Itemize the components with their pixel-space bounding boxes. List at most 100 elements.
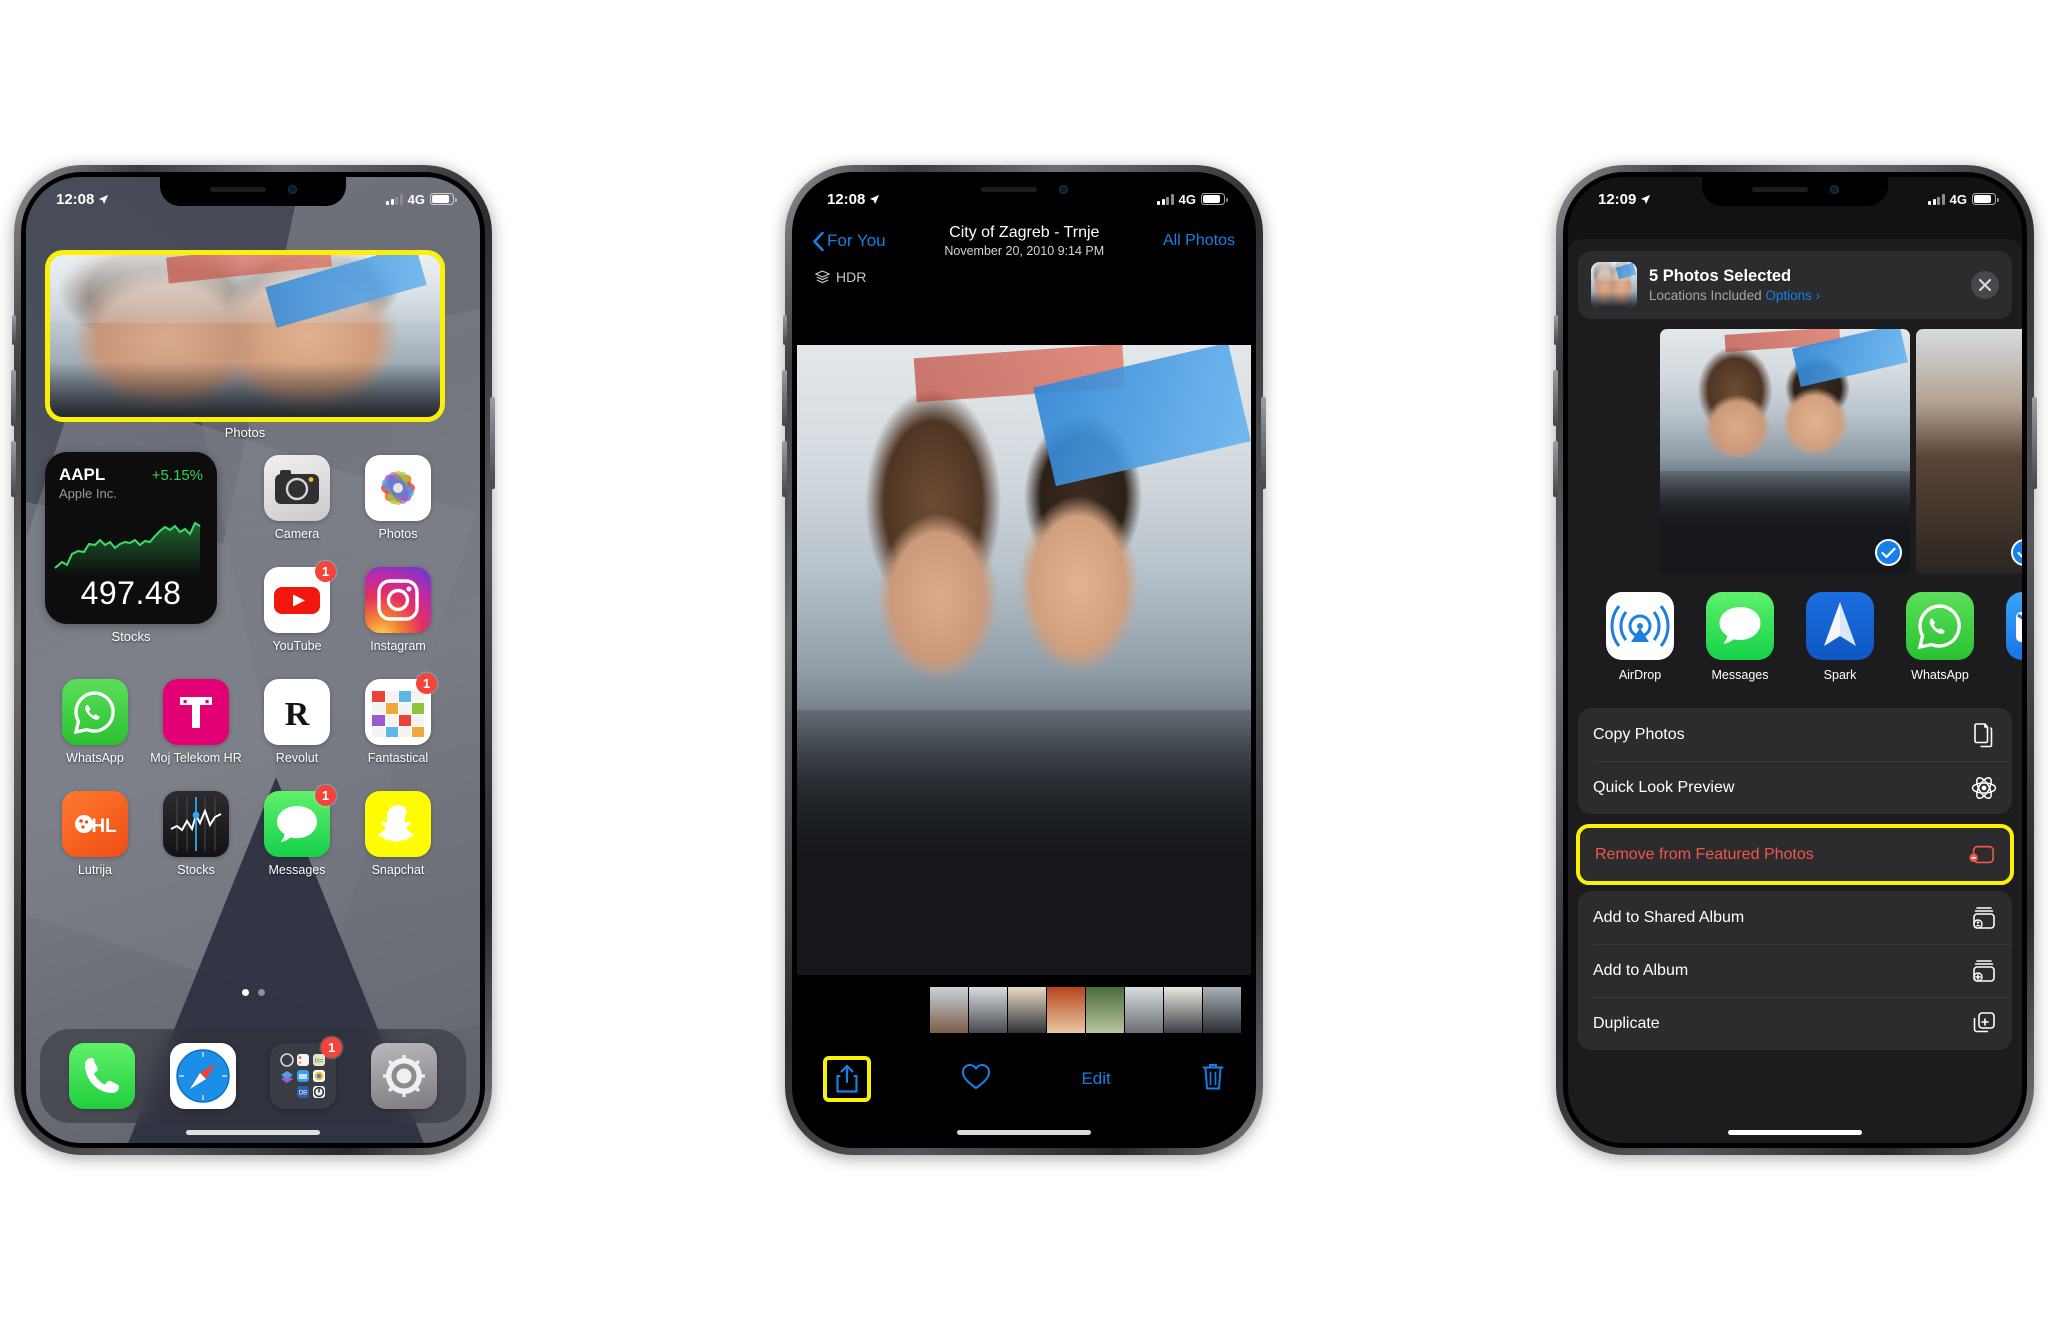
- app-label: Camera: [274, 527, 320, 541]
- action-add-to-album[interactable]: Add to Album: [1578, 944, 2012, 997]
- mute-switch[interactable]: [12, 315, 16, 345]
- revolut-icon[interactable]: R: [264, 679, 330, 745]
- app-instagram[interactable]: Instagram: [365, 567, 431, 653]
- photo-image: [1660, 329, 1910, 574]
- filmstrip-thumb[interactable]: [1125, 987, 1163, 1033]
- home-indicator[interactable]: [957, 1130, 1091, 1135]
- earpiece-speaker: [980, 187, 1037, 192]
- share-button-highlighted[interactable]: [823, 1056, 871, 1102]
- app-moj-telekom-hr[interactable]: Moj Telekom HR: [144, 679, 248, 765]
- action-remove-from-featured-photos[interactable]: Remove from Featured Photos: [1580, 828, 2010, 881]
- mute-switch[interactable]: [783, 315, 787, 345]
- app-camera[interactable]: Camera: [264, 455, 330, 541]
- photos-icon[interactable]: [365, 455, 431, 521]
- status-bar-right: 4G: [1928, 192, 1999, 207]
- front-camera: [1058, 185, 1068, 194]
- folder-icon[interactable]: n= DB 1: [270, 1037, 343, 1109]
- action-quick-look-preview[interactable]: Quick Look Preview: [1578, 761, 2012, 814]
- share-app-mail[interactable]: Me: [1990, 592, 2022, 682]
- selected-photo-card[interactable]: [1660, 329, 1910, 574]
- whatsapp-icon[interactable]: [62, 679, 128, 745]
- safari-icon[interactable]: [169, 1043, 236, 1109]
- volume-up-button[interactable]: [11, 370, 16, 426]
- youtube-icon[interactable]: 1: [264, 561, 336, 633]
- filmstrip-thumb[interactable]: [1086, 987, 1124, 1033]
- page-indicator-dots[interactable]: [26, 989, 480, 996]
- stocks-widget[interactable]: AAPL +5.15% Apple Inc. 497.48: [45, 452, 217, 624]
- app-stocks[interactable]: Stocks: [163, 791, 229, 877]
- volume-down-button[interactable]: [782, 441, 787, 497]
- selected-photos-carousel[interactable]: [1568, 329, 2022, 574]
- share-app-spark[interactable]: Spark: [1790, 592, 1890, 682]
- phone-icon[interactable]: [69, 1043, 136, 1109]
- status-bar-right: 4G: [386, 192, 457, 207]
- app-lutrija[interactable]: HL Lutrija: [62, 791, 128, 877]
- share-apps-row[interactable]: AirDrop Messages Spark WhatsApp: [1568, 574, 2022, 702]
- delete-button[interactable]: [1201, 1062, 1225, 1096]
- camera-icon[interactable]: [264, 455, 330, 521]
- action-copy-photos[interactable]: Copy Photos: [1578, 708, 2012, 761]
- app-whatsapp[interactable]: WhatsApp: [62, 679, 128, 765]
- share-app-whatsapp[interactable]: WhatsApp: [1890, 592, 1990, 682]
- filmstrip-thumb[interactable]: [930, 987, 968, 1033]
- volume-down-button[interactable]: [11, 441, 16, 497]
- snapchat-icon[interactable]: [365, 791, 431, 857]
- share-app-messages[interactable]: Messages: [1690, 592, 1790, 682]
- all-photos-button[interactable]: All Photos: [1163, 232, 1235, 250]
- earpiece-speaker: [209, 187, 266, 192]
- messages-icon[interactable]: 1: [264, 785, 336, 857]
- photo-canvas[interactable]: [797, 345, 1251, 975]
- photo-filmstrip[interactable]: [797, 987, 1251, 1033]
- battery-icon: [1201, 193, 1228, 205]
- app-label: YouTube: [272, 639, 322, 653]
- volume-up-button[interactable]: [782, 370, 787, 426]
- mute-switch[interactable]: [1554, 315, 1558, 345]
- app-messages[interactable]: 1 Messages: [264, 785, 336, 877]
- action-duplicate[interactable]: Duplicate: [1578, 997, 2012, 1050]
- app-snapchat[interactable]: Snapchat: [365, 791, 431, 877]
- volume-up-button[interactable]: [1553, 370, 1558, 426]
- lutrija-icon[interactable]: HL: [62, 791, 128, 857]
- home-indicator[interactable]: [1728, 1130, 1862, 1135]
- selected-photo-card[interactable]: [1916, 329, 2022, 574]
- photo-location-title: City of Zagreb - Trnje: [949, 224, 1100, 241]
- filmstrip-thumb[interactable]: [1008, 987, 1046, 1033]
- action-remove-from-featured-highlighted[interactable]: Remove from Featured Photos: [1576, 824, 2014, 885]
- app-fantastical[interactable]: 1 Fantastical: [365, 673, 437, 765]
- page-dot-active[interactable]: [241, 989, 249, 996]
- app-photos[interactable]: Photos: [365, 455, 431, 541]
- share-app-airdrop[interactable]: AirDrop: [1590, 592, 1690, 682]
- favorite-button[interactable]: [961, 1063, 991, 1095]
- edit-button[interactable]: Edit: [1081, 1069, 1110, 1089]
- selected-checkmark[interactable]: [1875, 539, 1902, 566]
- instagram-icon[interactable]: [365, 567, 431, 633]
- power-button[interactable]: [1261, 397, 1266, 489]
- page-dot[interactable]: [257, 989, 265, 996]
- remove-featured-icon: [1969, 842, 1995, 868]
- fantastical-icon[interactable]: 1: [365, 673, 437, 745]
- options-button[interactable]: Options: [1765, 288, 1812, 303]
- stock-change: +5.15%: [151, 467, 203, 484]
- app-revolut[interactable]: R Revolut: [264, 679, 330, 765]
- telekom-icon[interactable]: [163, 679, 229, 745]
- filmstrip-thumb[interactable]: [969, 987, 1007, 1033]
- filmstrip-thumb[interactable]: [1164, 987, 1202, 1033]
- volume-down-button[interactable]: [1553, 441, 1558, 497]
- photo-dark-foreground: [797, 710, 1251, 975]
- close-button[interactable]: [1971, 271, 1999, 299]
- back-button-for-you[interactable]: For You: [813, 231, 886, 251]
- filmstrip-thumb[interactable]: [1047, 987, 1085, 1033]
- stocks-icon[interactable]: [163, 791, 229, 857]
- gear-icon[interactable]: [370, 1043, 437, 1109]
- power-button[interactable]: [2032, 397, 2037, 489]
- app-youtube[interactable]: 1 YouTube: [264, 561, 336, 653]
- action-add-to-shared-album[interactable]: Add to Shared Album: [1578, 891, 2012, 944]
- locations-included-label: Locations Included: [1649, 288, 1762, 303]
- filmstrip-thumb[interactable]: [1203, 987, 1241, 1033]
- power-button[interactable]: [490, 397, 495, 489]
- shared-album-icon: [1971, 905, 1997, 931]
- photos-widget-highlighted[interactable]: [45, 250, 445, 422]
- action-label: Add to Album: [1593, 961, 1689, 979]
- photo-viewer-navbar: For You City of Zagreb - Trnje November …: [797, 215, 1251, 267]
- home-indicator[interactable]: [186, 1130, 320, 1135]
